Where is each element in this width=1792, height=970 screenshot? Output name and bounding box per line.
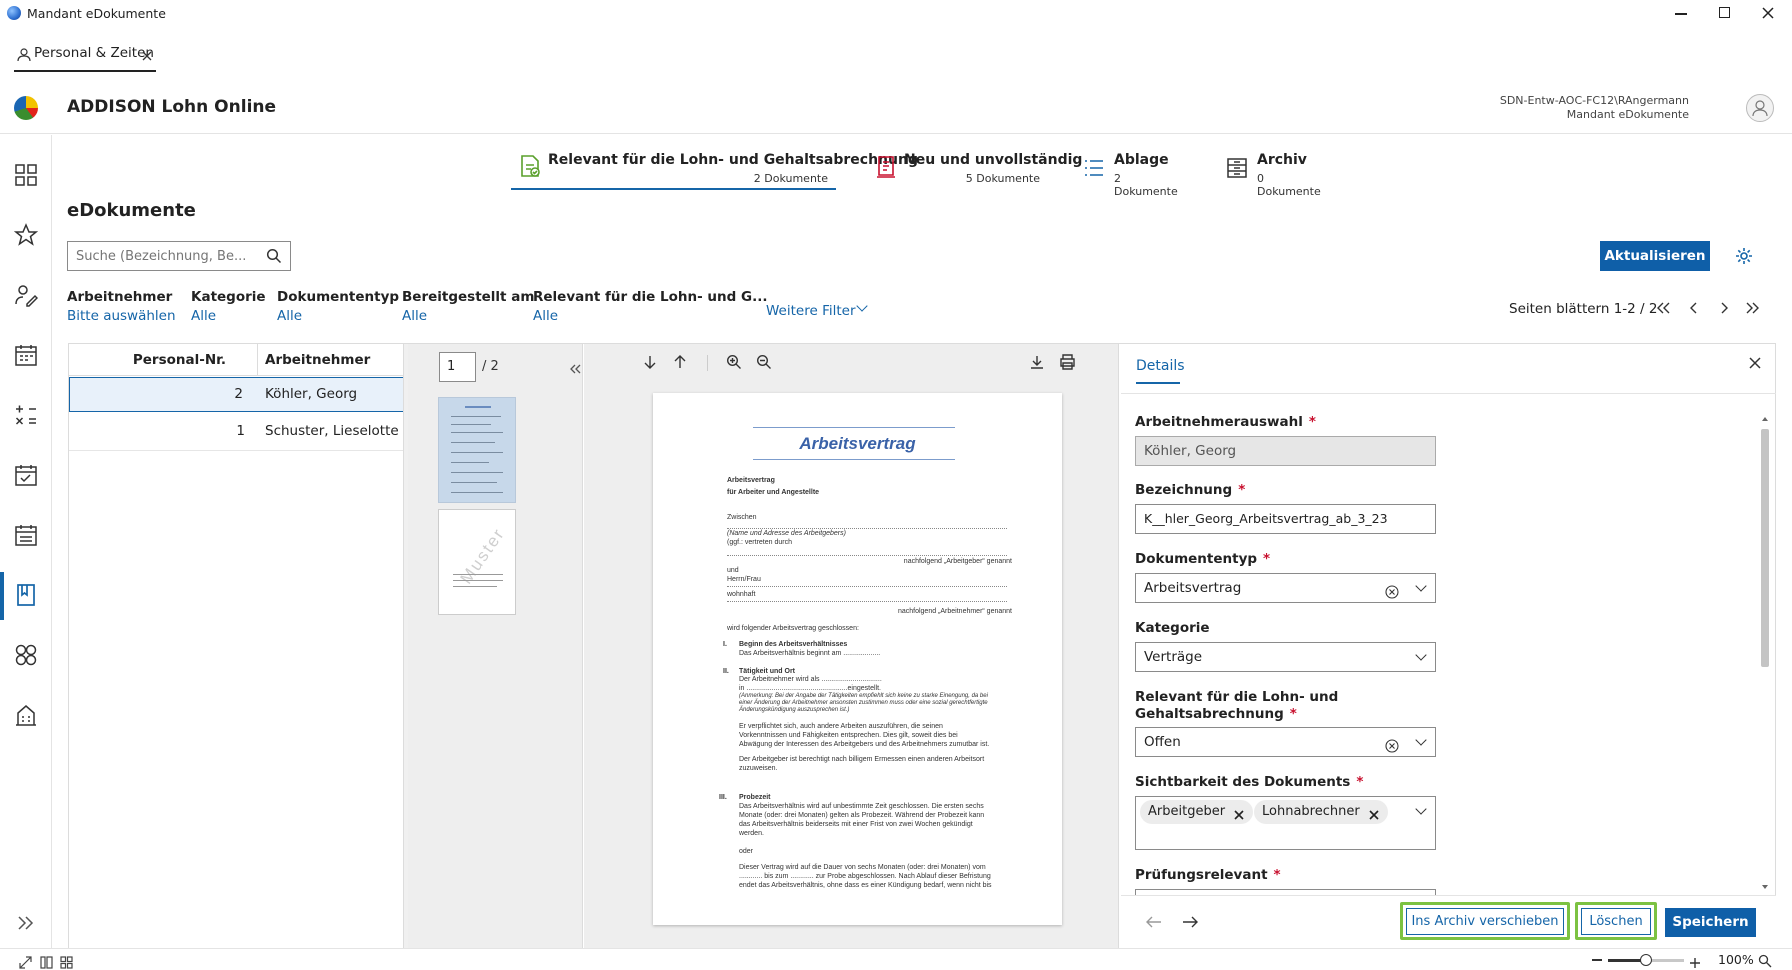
scrollbar-thumb[interactable]	[1761, 429, 1769, 667]
sichtbarkeit-label: Sichtbarkeit des Dokuments *	[1135, 774, 1363, 790]
relevant-value: Offen	[1144, 734, 1181, 750]
details-scrollbar[interactable]	[1760, 415, 1770, 893]
grid-view-icon[interactable]	[60, 954, 73, 969]
required-mark: *	[1273, 867, 1281, 883]
sichtbarkeit-label-text: Sichtbarkeit des Dokuments	[1135, 774, 1351, 790]
app-window: Mandant eDokumente Personal & Zeiten ADD…	[0, 0, 1792, 970]
sichtbarkeit-multiselect[interactable]: Arbeitgeber Lohnabrechner	[1135, 796, 1436, 850]
relevant-label-line1: Relevant für die Lohn- und	[1135, 689, 1339, 705]
required-mark: *	[1308, 414, 1316, 430]
details-footer: Ins Archiv verschieben Löschen Speichern	[1121, 895, 1776, 948]
delete-button-label: Löschen	[1589, 914, 1643, 929]
clear-icon[interactable]	[1385, 581, 1399, 599]
zoom-magnifier-icon[interactable]	[1758, 953, 1772, 968]
required-mark: *	[1289, 706, 1297, 722]
dokumententyp-value: Arbeitsvertrag	[1144, 580, 1242, 596]
kategorie-label-text: Kategorie	[1135, 620, 1210, 636]
relevant-label-line2: Gehaltsabrechnung	[1135, 706, 1284, 722]
zoom-out-minus-icon[interactable]	[1592, 959, 1602, 961]
zoom-level: 100%	[1718, 952, 1754, 967]
relevant-select[interactable]: Offen	[1135, 727, 1436, 757]
details-form: Arbeitnehmerauswahl * Köhler, Georg Bezei…	[0, 0, 1760, 895]
dokumententyp-select[interactable]: Arbeitsvertrag	[1135, 573, 1436, 603]
bezeichnung-value: K__hler_Georg_Arbeitsvertrag_ab_3_23	[1144, 511, 1388, 526]
clear-icon[interactable]	[1385, 735, 1399, 753]
kategorie-label: Kategorie	[1135, 620, 1210, 636]
arbeitnehmer-field: Köhler, Georg	[1135, 436, 1436, 466]
chevron-down-icon[interactable]	[1415, 649, 1427, 661]
chevron-down-icon[interactable]	[1415, 803, 1427, 815]
kategorie-select[interactable]: Verträge	[1135, 642, 1436, 672]
tag-chip: Lohnabrechner	[1254, 800, 1388, 824]
archive-button-label: Ins Archiv verschieben	[1411, 914, 1559, 929]
required-mark: *	[1238, 482, 1246, 498]
pruefung-label: Prüfungsrelevant *	[1135, 867, 1281, 883]
fullscreen-icon[interactable]	[19, 954, 32, 969]
zoom-slider[interactable]	[1608, 954, 1684, 966]
bezeichnung-label-text: Bezeichnung	[1135, 482, 1233, 498]
arbeitnehmer-label: Arbeitnehmerauswahl *	[1135, 414, 1316, 430]
expand-sidebar-icon[interactable]	[14, 911, 38, 935]
required-mark: *	[1263, 551, 1271, 567]
dokumententyp-label-text: Dokumententyp	[1135, 551, 1258, 567]
arbeitnehmer-value: Köhler, Georg	[1144, 443, 1237, 459]
save-button[interactable]: Speichern	[1665, 908, 1756, 937]
chevron-down-icon[interactable]	[1415, 734, 1427, 746]
tag-label: Lohnabrechner	[1262, 804, 1360, 819]
arrow-left-icon[interactable]	[1145, 914, 1163, 930]
pruefung-label-text: Prüfungsrelevant	[1135, 867, 1268, 883]
status-bar: 100%	[0, 948, 1792, 970]
chevron-down-icon[interactable]	[1415, 580, 1427, 592]
delete-button[interactable]: Löschen	[1581, 908, 1651, 935]
remove-tag-icon[interactable]	[1233, 806, 1245, 820]
bezeichnung-input[interactable]: K__hler_Georg_Arbeitsvertrag_ab_3_23	[1135, 504, 1436, 534]
zoom-in-plus-icon[interactable]	[1689, 954, 1701, 968]
archive-button[interactable]: Ins Archiv verschieben	[1406, 908, 1564, 935]
required-mark: *	[1356, 774, 1364, 790]
dokumententyp-label: Dokumententyp *	[1135, 551, 1270, 567]
save-button-label: Speichern	[1672, 914, 1749, 930]
split-view-icon[interactable]	[40, 954, 53, 969]
tag-label: Arbeitgeber	[1148, 804, 1226, 819]
kategorie-value: Verträge	[1144, 649, 1203, 665]
bezeichnung-label: Bezeichnung *	[1135, 482, 1245, 498]
arbeitnehmer-label-text: Arbeitnehmerauswahl	[1135, 414, 1303, 430]
tag-chip: Arbeitgeber	[1140, 800, 1254, 824]
arrow-right-icon[interactable]	[1181, 914, 1199, 930]
relevant-label: Relevant für die Lohn- und Gehaltsabrech…	[1135, 689, 1338, 723]
zoom-slider-thumb[interactable]	[1640, 954, 1652, 966]
remove-tag-icon[interactable]	[1368, 806, 1380, 820]
close-window-icon[interactable]	[1760, 5, 1776, 21]
